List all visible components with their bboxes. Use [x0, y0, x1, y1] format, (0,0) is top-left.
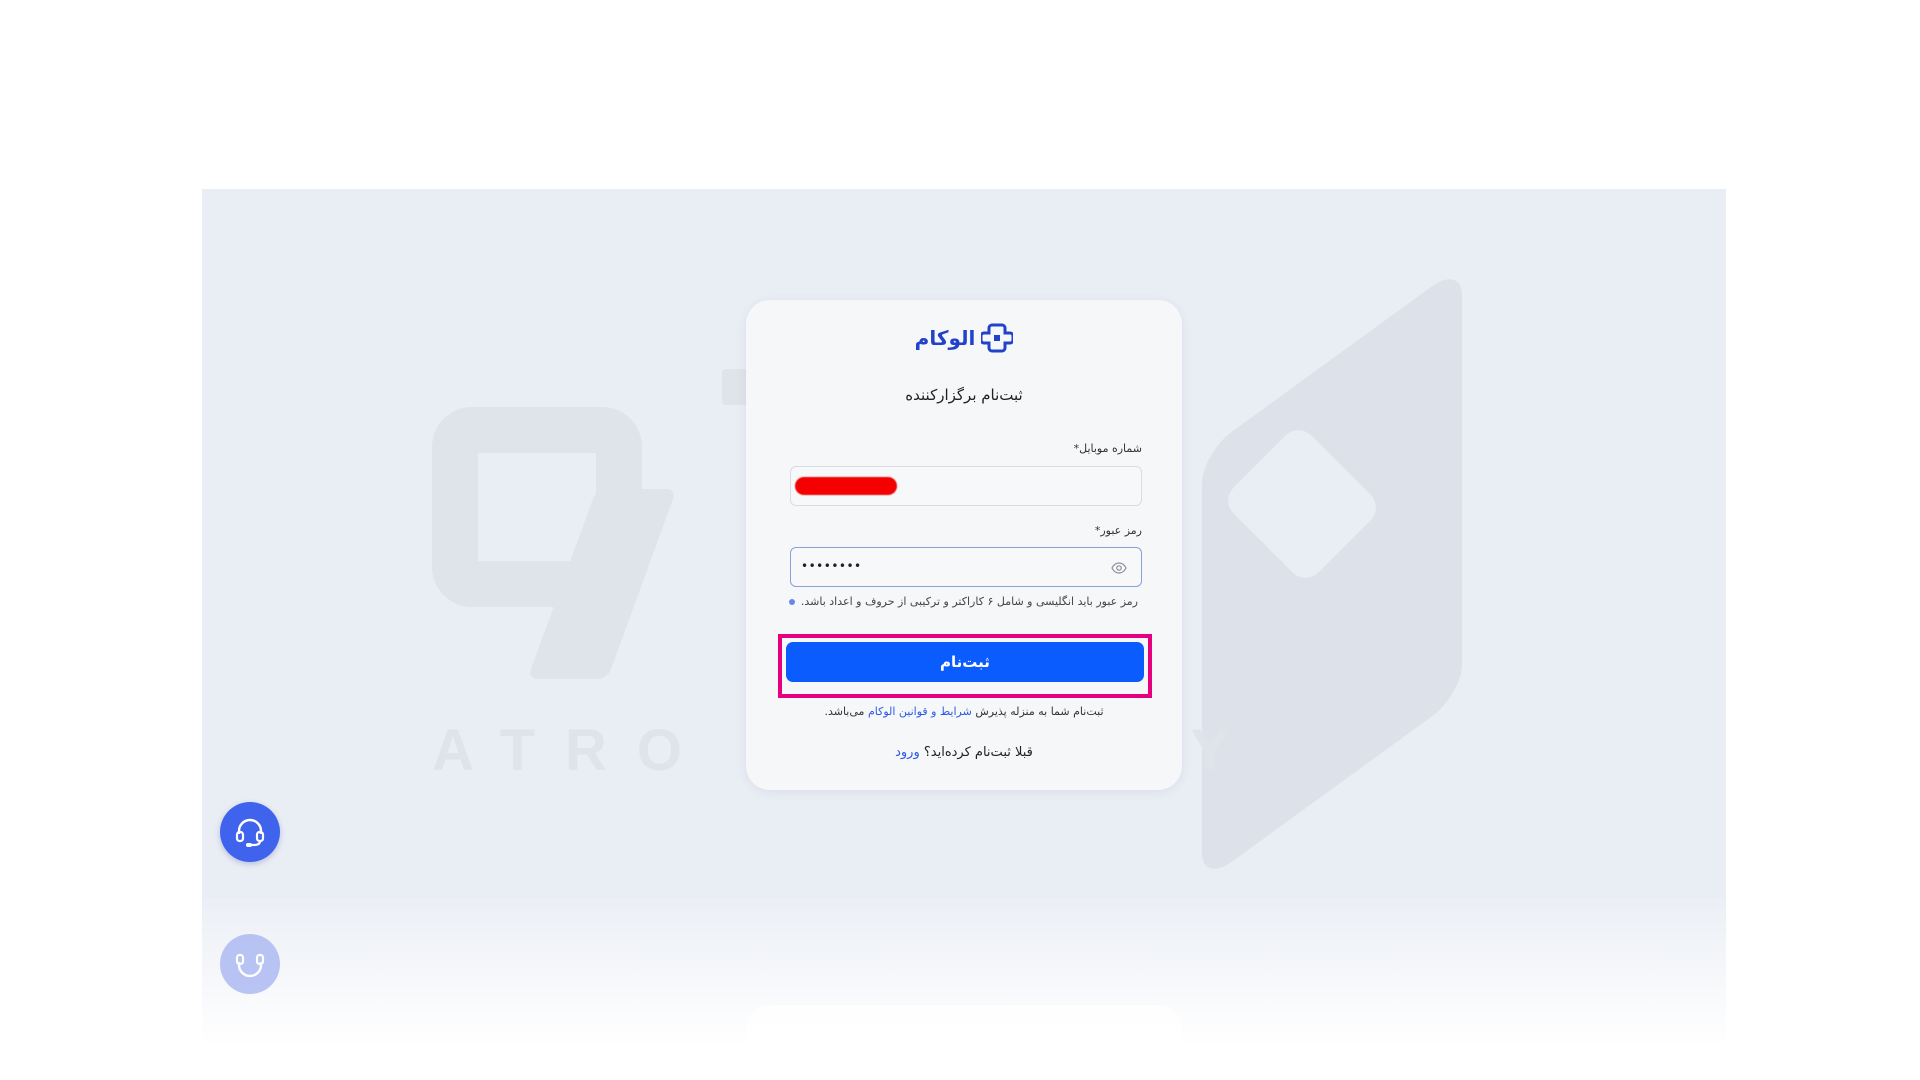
- login-prompt-text: قبلا ثبت‌نام کرده‌اید؟: [923, 745, 1033, 760]
- reflection-card: [746, 1005, 1182, 1047]
- phone-label: شماره موبایل*: [1073, 442, 1142, 455]
- signup-card: الوکام ثبت‌نام برگزارکننده شماره موبایل*…: [746, 300, 1182, 790]
- brand-logo: الوکام: [746, 322, 1182, 354]
- password-value: ••••••••: [801, 559, 862, 573]
- headset-icon: [235, 818, 265, 847]
- password-label: رمز عبور*: [1094, 524, 1142, 537]
- screen-reflection: [202, 897, 1726, 1047]
- hint-text: رمز عبور باید انگلیسی و شامل ۶ کاراکتر و…: [800, 595, 1138, 608]
- terms-link[interactable]: شرایط و قوانین الوکام: [868, 705, 972, 718]
- signup-button[interactable]: ثبت‌نام: [786, 642, 1144, 682]
- terms-notice: ثبت‌نام شما به منزله پذیرش شرایط و قوانی…: [746, 705, 1182, 718]
- login-prompt: قبلا ثبت‌نام کرده‌اید؟ ورود: [746, 745, 1182, 760]
- info-dot-icon: [788, 598, 795, 605]
- terms-suffix: می‌باشد.: [824, 705, 865, 718]
- page-title: ثبت‌نام برگزارکننده: [905, 386, 1023, 404]
- logo-cross-icon: [981, 322, 1014, 354]
- support-button-reflection: [220, 934, 280, 994]
- watermark-shape: [1202, 264, 1462, 884]
- eye-icon[interactable]: [1111, 560, 1127, 579]
- password-hint: رمز عبور باید انگلیسی و شامل ۶ کاراکتر و…: [788, 595, 1138, 608]
- terms-prefix: ثبت‌نام شما به منزله پذیرش: [975, 705, 1104, 718]
- redacted-phone-value: [795, 477, 897, 495]
- support-button[interactable]: [220, 802, 280, 862]
- login-link[interactable]: ورود: [895, 745, 920, 760]
- headset-icon: [235, 953, 265, 978]
- logo-text: الوکام: [914, 326, 976, 350]
- password-field[interactable]: ••••••••: [790, 547, 1142, 587]
- phone-field[interactable]: [790, 466, 1142, 506]
